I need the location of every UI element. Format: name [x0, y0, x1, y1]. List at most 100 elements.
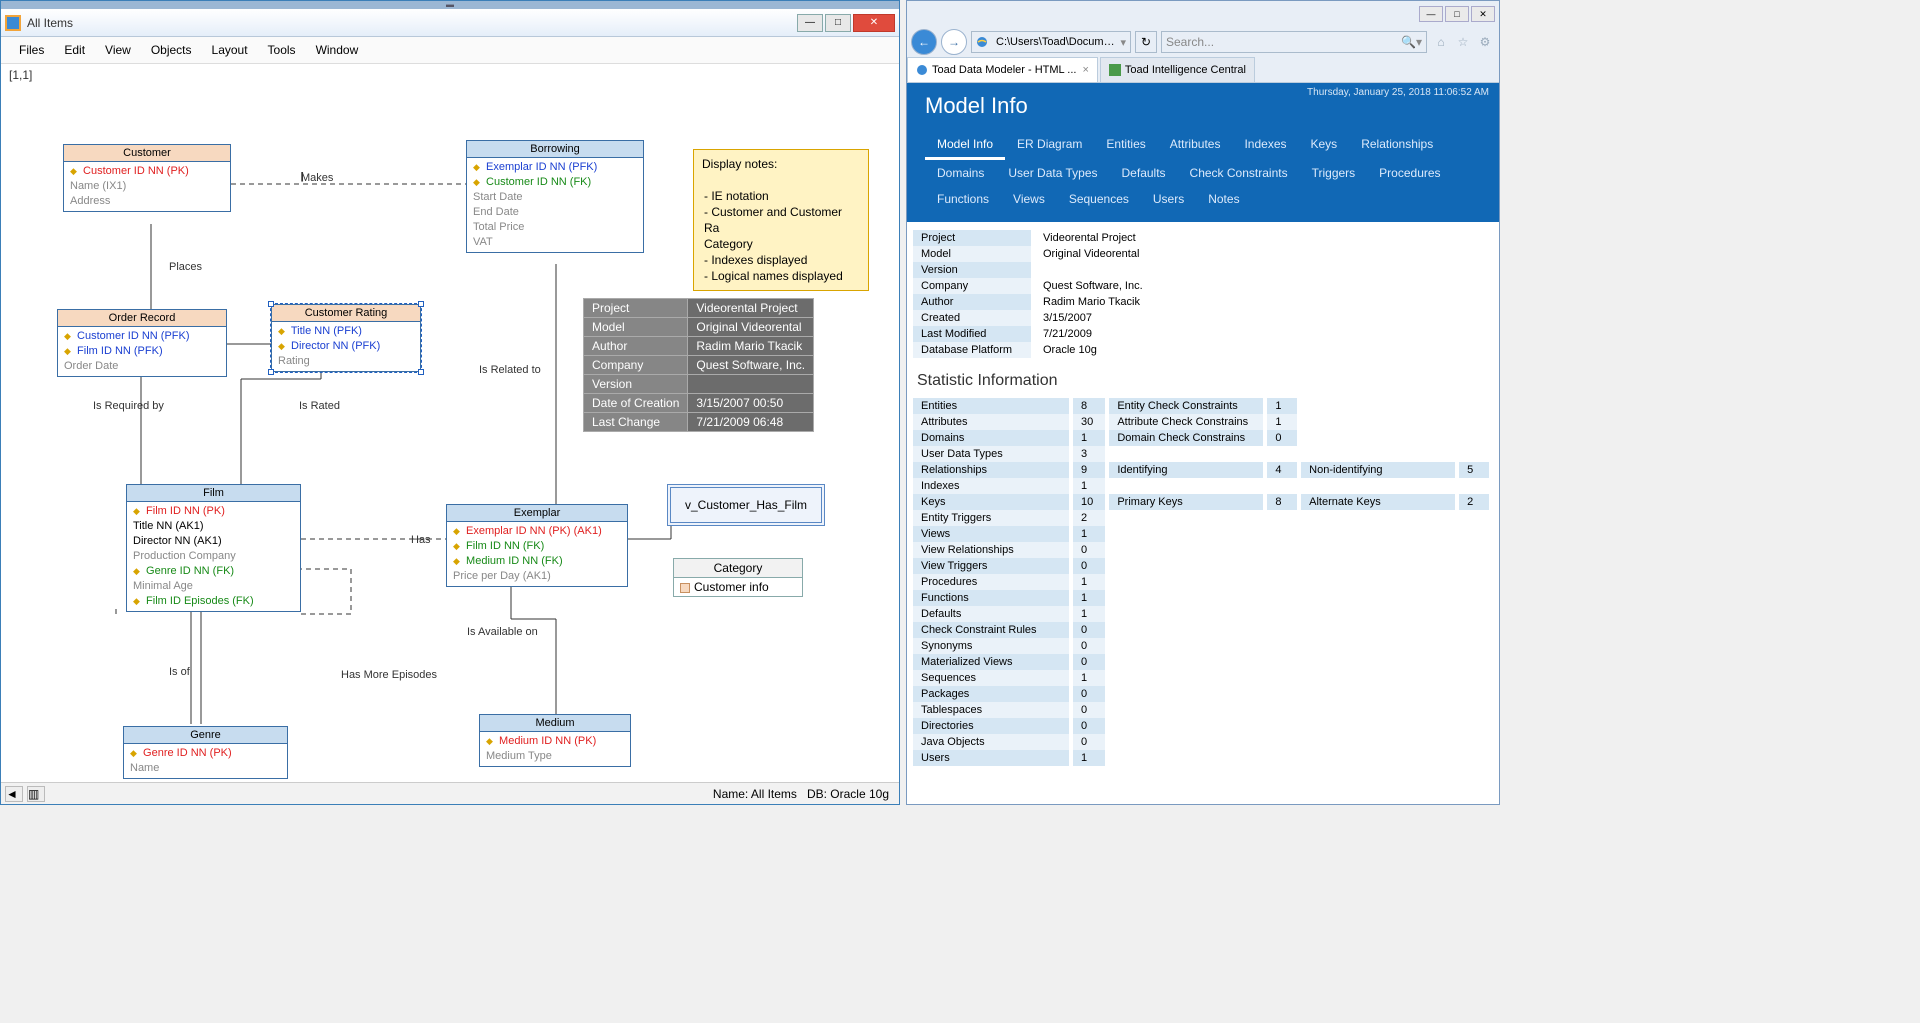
nav-procedures[interactable]: Procedures: [1367, 160, 1452, 186]
report-nav: Model InfoER DiagramEntitiesAttributesIn…: [925, 131, 1481, 212]
category-box[interactable]: Category Customer info: [673, 558, 803, 597]
maximize-button[interactable]: □: [825, 14, 851, 32]
nav-notes[interactable]: Notes: [1196, 186, 1251, 212]
category-item: Customer info: [694, 580, 769, 594]
attr: ◆ Exemplar ID NN (PK) (AK1): [453, 524, 621, 539]
browser-tabs: Toad Data Modeler - HTML ... × Toad Inte…: [907, 57, 1499, 83]
rel-is-of: Is of: [169, 666, 190, 678]
menu-view[interactable]: View: [95, 39, 141, 61]
entity-customer-rating[interactable]: Customer Rating ◆ Title NN (PFK)◆ Direct…: [271, 304, 421, 372]
nav-domains[interactable]: Domains: [925, 160, 996, 186]
entity-genre[interactable]: Genre ◆ Genre ID NN (PK)Name: [123, 726, 288, 779]
nav-keys[interactable]: Keys: [1299, 131, 1350, 160]
statusbar: ◄ ▥ Name: All Items DB: Oracle 10g: [1, 782, 899, 804]
sb-arrow-left[interactable]: ◄: [5, 786, 23, 802]
stat-table: Entities8Entity Check Constraints1Attrib…: [913, 398, 1493, 766]
entity-borrowing-title: Borrowing: [467, 141, 643, 158]
stat-heading: Statistic Information: [917, 372, 1493, 390]
attr: ◆ Exemplar ID NN (PFK): [473, 160, 637, 175]
modeler-window: ▬ All Items — □ ✕ Files Edit View Object…: [0, 0, 900, 805]
attr: Medium Type: [486, 749, 624, 764]
menu-objects[interactable]: Objects: [141, 39, 202, 61]
entity-medium-title: Medium: [480, 715, 630, 732]
home-icon[interactable]: ⌂: [1431, 32, 1451, 52]
nav-sequences[interactable]: Sequences: [1057, 186, 1141, 212]
minimize-button[interactable]: —: [797, 14, 823, 32]
menu-edit[interactable]: Edit: [54, 39, 95, 61]
browser-minimize[interactable]: —: [1419, 6, 1443, 22]
attr: ◆ Film ID NN (FK): [453, 539, 621, 554]
nav-relationships[interactable]: Relationships: [1349, 131, 1445, 160]
browser-titlebar: — □ ✕: [907, 1, 1499, 27]
sb-columns-icon[interactable]: ▥: [27, 786, 45, 802]
rel-places: Places: [169, 261, 202, 273]
entity-film[interactable]: Film ◆ Film ID NN (PK)Title NN (AK1)Dire…: [126, 484, 301, 612]
browser-close[interactable]: ✕: [1471, 6, 1495, 22]
entity-customer-rating-title: Customer Rating: [272, 305, 420, 322]
report-content: Thursday, January 25, 2018 11:06:52 AM M…: [907, 83, 1499, 804]
menu-layout[interactable]: Layout: [202, 39, 258, 61]
rel-is-rated: Is Rated: [299, 400, 340, 412]
back-button[interactable]: ←: [911, 29, 937, 55]
nav-users[interactable]: Users: [1141, 186, 1196, 212]
rel-has-more-episodes: Has More Episodes: [341, 669, 437, 681]
status-db: DB: Oracle 10g: [807, 787, 889, 801]
model-info-table: ProjectVideorental ProjectModelOriginal …: [913, 230, 1493, 358]
note-title: Display notes:: [702, 156, 860, 172]
entity-customer[interactable]: Customer ◆ Customer ID NN (PK)Name (IX1)…: [63, 144, 231, 212]
nav-check-constraints[interactable]: Check Constraints: [1178, 160, 1300, 186]
nav-model-info[interactable]: Model Info: [925, 131, 1005, 160]
tab-intelligence-central[interactable]: Toad Intelligence Central: [1100, 57, 1255, 82]
coord-label: [1,1]: [9, 68, 32, 82]
window-drag-handle[interactable]: ▬: [1, 1, 899, 9]
tic-icon: [1109, 64, 1121, 76]
project-info-table[interactable]: ProjectVideorental ProjectModelOriginal …: [583, 298, 814, 432]
entity-genre-title: Genre: [124, 727, 287, 744]
forward-button[interactable]: →: [941, 29, 967, 55]
refresh-button[interactable]: ↻: [1135, 31, 1157, 53]
menu-window[interactable]: Window: [306, 39, 369, 61]
attr: Order Date: [64, 359, 220, 374]
nav-er-diagram[interactable]: ER Diagram: [1005, 131, 1094, 160]
entity-exemplar[interactable]: Exemplar ◆ Exemplar ID NN (PK) (AK1)◆ Fi…: [446, 504, 628, 587]
attr: Rating: [278, 354, 414, 369]
tab-close-icon[interactable]: ×: [1082, 64, 1088, 76]
nav-functions[interactable]: Functions: [925, 186, 1001, 212]
menu-tools[interactable]: Tools: [258, 39, 306, 61]
attr: ◆ Customer ID NN (PK): [70, 164, 224, 179]
nav-views[interactable]: Views: [1001, 186, 1057, 212]
nav-indexes[interactable]: Indexes: [1232, 131, 1298, 160]
attr: Title NN (AK1): [133, 519, 294, 534]
entity-borrowing[interactable]: Borrowing ◆ Exemplar ID NN (PFK)◆ Custom…: [466, 140, 644, 253]
attr: Name (IX1): [70, 179, 224, 194]
attr: End Date: [473, 205, 637, 220]
attr: ◆ Customer ID NN (FK): [473, 175, 637, 190]
nav-attributes[interactable]: Attributes: [1158, 131, 1233, 160]
menu-files[interactable]: Files: [9, 39, 54, 61]
display-note[interactable]: Display notes: - IE notation - Customer …: [693, 149, 869, 291]
nav-triggers[interactable]: Triggers: [1300, 160, 1368, 186]
attr: ◆ Customer ID NN (PFK): [64, 329, 220, 344]
status-name: Name: All Items: [713, 787, 797, 801]
diagram-canvas[interactable]: [1,1] |: [1, 64, 899, 782]
entity-order-record[interactable]: Order Record ◆ Customer ID NN (PFK)◆ Fil…: [57, 309, 227, 377]
favorites-icon[interactable]: ☆: [1453, 32, 1473, 52]
tab-html-report[interactable]: Toad Data Modeler - HTML ... ×: [907, 57, 1098, 82]
search-box[interactable]: Search... 🔍▾: [1161, 31, 1427, 53]
entity-medium[interactable]: Medium ◆ Medium ID NN (PK)Medium Type: [479, 714, 631, 767]
rel-makes: Makes: [301, 172, 333, 184]
browser-maximize[interactable]: □: [1445, 6, 1469, 22]
attr: ◆ Genre ID NN (PK): [130, 746, 281, 761]
app-icon: [5, 15, 21, 31]
nav-user-data-types[interactable]: User Data Types: [996, 160, 1109, 186]
view-box[interactable]: v_Customer_Has_Film: [667, 484, 825, 526]
rel-is-related-to: Is Related to: [479, 364, 541, 376]
attr: Director NN (AK1): [133, 534, 294, 549]
close-button[interactable]: ✕: [853, 14, 895, 32]
nav-defaults[interactable]: Defaults: [1110, 160, 1178, 186]
nav-entities[interactable]: Entities: [1094, 131, 1157, 160]
browser-window: — □ ✕ ← → C:\Users\Toad\Docum… ▾ ↻ Searc…: [906, 0, 1500, 805]
address-bar[interactable]: C:\Users\Toad\Docum… ▾: [971, 31, 1131, 53]
attr: ◆ Medium ID NN (PK): [486, 734, 624, 749]
tools-icon[interactable]: ⚙: [1475, 32, 1495, 52]
